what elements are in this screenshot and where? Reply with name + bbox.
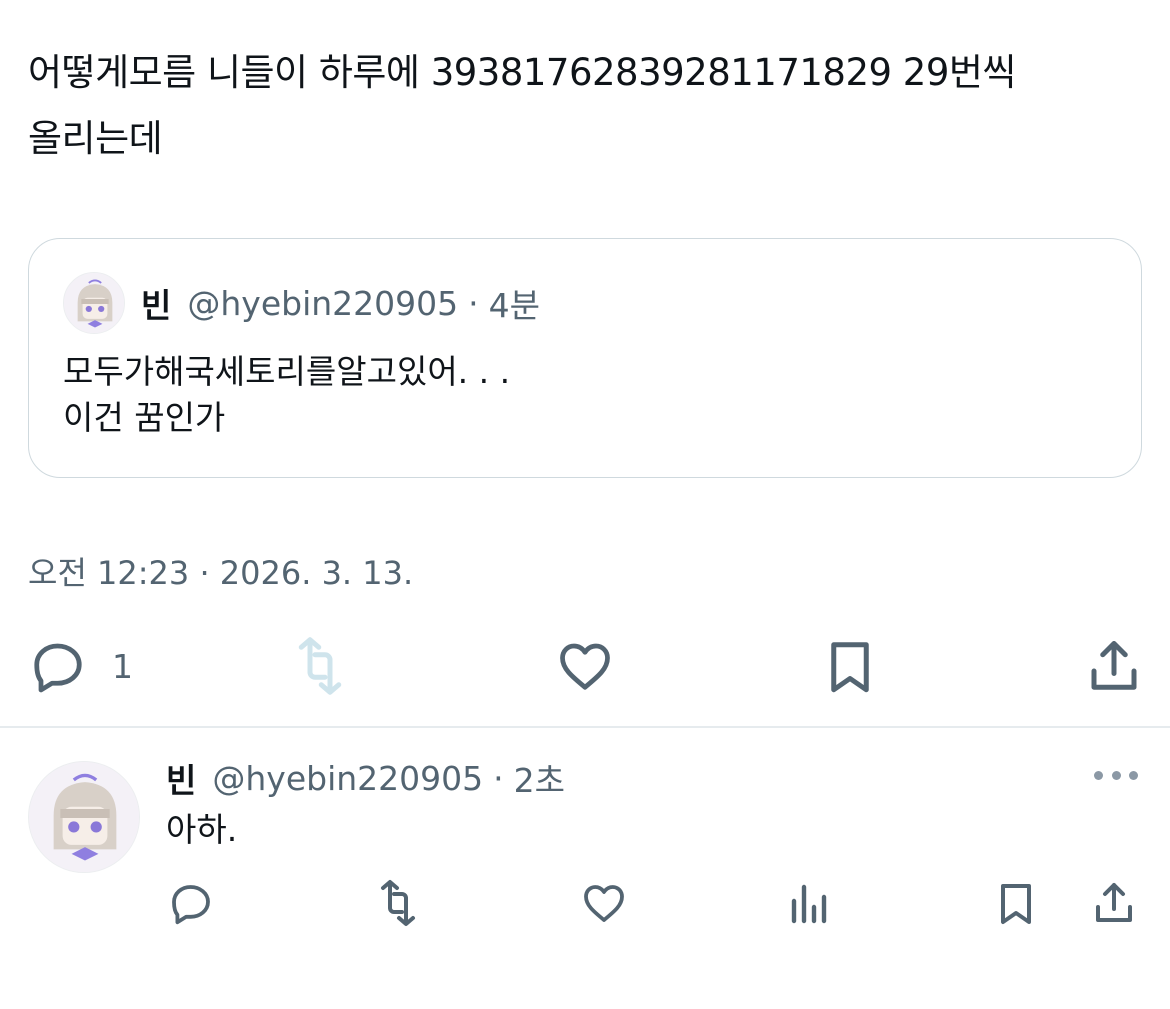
- bookmark-button[interactable]: [820, 630, 880, 702]
- post-text-line-1: 어떻게모름 니들이 하루에 39381762839281171829 29번씩: [28, 51, 1016, 94]
- reply-share-button[interactable]: [1086, 875, 1142, 931]
- views-icon: [791, 884, 827, 924]
- reply-button[interactable]: 1: [28, 630, 133, 702]
- quoted-post-body: 모두가해국세토리를알고있어. . . 이건 꿈인가: [63, 349, 510, 441]
- post-text: 어떻게모름 니들이 하루에 39381762839281171829 29번씩 …: [28, 40, 1148, 172]
- share-button[interactable]: [1084, 630, 1144, 702]
- reply-like-button[interactable]: [576, 875, 632, 931]
- reply-bookmark-button[interactable]: [988, 875, 1044, 931]
- like-button[interactable]: [555, 630, 615, 702]
- bookmark-icon: [1001, 884, 1031, 924]
- reply-author-name[interactable]: 빈: [166, 754, 196, 802]
- quoted-author-avatar[interactable]: [63, 272, 125, 334]
- reply-author-handle[interactable]: @hyebin220905: [212, 759, 483, 798]
- quoted-body-line-2: 이건 꿈인가: [63, 398, 226, 437]
- post-text-line-2: 올리는데: [28, 117, 163, 160]
- reply-reply-button[interactable]: [163, 875, 219, 931]
- reply-header: 빈 @hyebin220905 · 2초: [166, 755, 565, 801]
- reply-separator: ·: [493, 758, 504, 798]
- share-icon: [1091, 641, 1137, 690]
- reply-time[interactable]: 2초: [514, 754, 565, 802]
- like-icon: [584, 885, 624, 922]
- post-action-bar: 1: [0, 630, 1170, 702]
- reply-body: 아하.: [166, 810, 238, 849]
- reply-author-avatar[interactable]: [28, 761, 140, 873]
- quoted-post-time[interactable]: 4분: [489, 279, 540, 327]
- share-icon: [1096, 883, 1132, 922]
- bookmark-icon: [831, 642, 869, 693]
- quoted-separator: ·: [468, 283, 479, 323]
- quoted-body-line-1: 모두가해국세토리를알고있어. . .: [63, 352, 511, 391]
- reply-icon: [34, 643, 82, 693]
- reply-post[interactable]: 빈 @hyebin220905 · 2초 아하.: [0, 727, 1170, 1009]
- reply-icon: [172, 885, 210, 925]
- quoted-post-card[interactable]: 빈 @hyebin220905 · 4분 모두가해국세토리를알고있어. . . …: [28, 238, 1142, 478]
- reply-count: 1: [112, 646, 133, 686]
- reply-action-bar: [0, 875, 1170, 931]
- reply-views-button[interactable]: [782, 875, 838, 931]
- reply-retweet-button[interactable]: [370, 875, 426, 931]
- post-timestamp[interactable]: 오전 12:23 · 2026. 3. 13.: [28, 548, 413, 594]
- more-icon[interactable]: [1094, 765, 1138, 785]
- retweet-button: [290, 630, 350, 702]
- quoted-post-header: 빈 @hyebin220905 · 4분: [63, 271, 540, 335]
- quoted-author-name[interactable]: 빈: [141, 279, 171, 327]
- retweet-icon: [298, 637, 342, 695]
- like-icon: [560, 643, 610, 690]
- quoted-author-handle[interactable]: @hyebin220905: [187, 284, 458, 323]
- retweet-icon: [381, 880, 415, 926]
